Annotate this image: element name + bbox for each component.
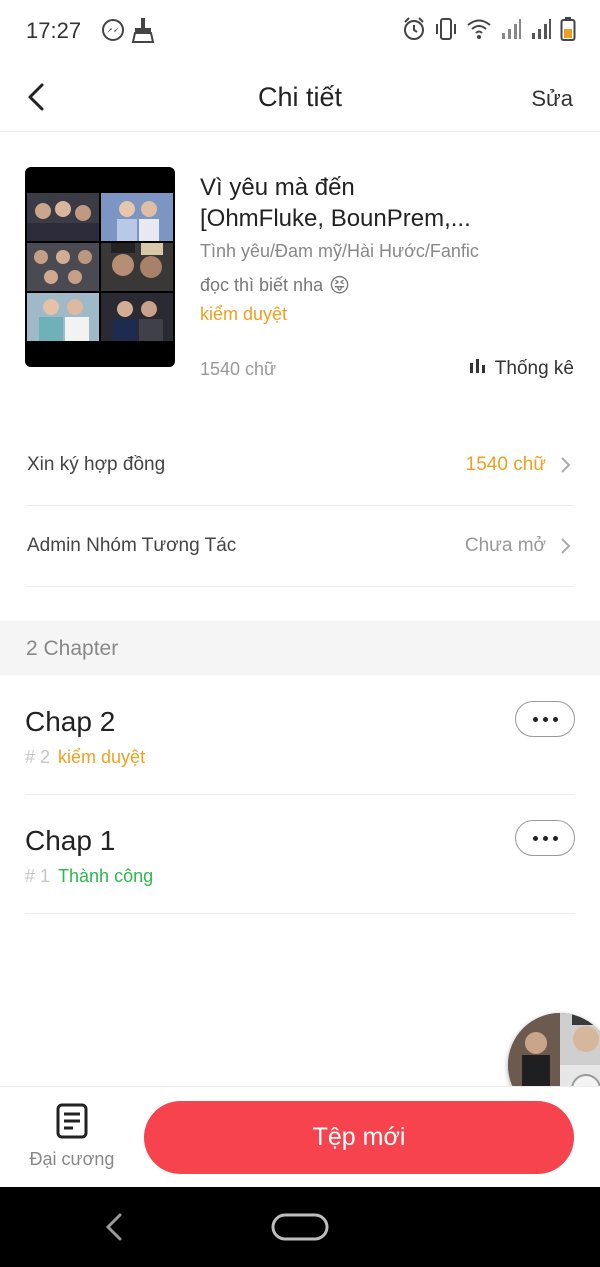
chapter-more-button[interactable]: [515, 820, 575, 856]
status-bar: 17:27: [0, 0, 600, 62]
outline-button[interactable]: Đại cương: [22, 1103, 122, 1170]
book-description-text: đọc thì biết nha: [200, 275, 324, 295]
dot: [552, 835, 558, 841]
nav-back-icon[interactable]: [102, 1211, 126, 1248]
status-time: 17:27: [26, 18, 82, 43]
admin-group-value: Chưa mở: [464, 535, 546, 556]
chapter-item[interactable]: Chap 1 # 1 Thành công: [25, 795, 575, 914]
chapter-more-button[interactable]: [515, 701, 575, 737]
book-title-line-1: Vì yêu mà đến: [200, 174, 355, 201]
book-cover-image[interactable]: [25, 167, 175, 367]
chapters-section-header: 2 Chapter: [0, 621, 600, 675]
cleaner-icon: [130, 16, 156, 49]
alarm-icon: [402, 16, 426, 47]
chapter-number: # 1: [25, 866, 51, 886]
wifi-icon: [466, 17, 492, 46]
messenger-icon: [100, 16, 126, 49]
chapters-count-label: 2 Chapter: [26, 637, 119, 660]
contract-value: 1540 chữ: [465, 454, 546, 475]
document-icon: [55, 1103, 89, 1139]
contract-label: Xin ký hợp đồng: [27, 454, 166, 475]
chapter-name: Chap 2: [25, 706, 116, 737]
app-header: Chi tiết Sửa: [0, 62, 600, 132]
chapter-status: Thành công: [58, 866, 154, 886]
page-title: Chi tiết: [257, 82, 343, 112]
dot: [532, 716, 538, 722]
chapter-number: # 2: [25, 747, 51, 767]
cover-photo-tile: [27, 293, 99, 341]
stats-label: Thống kê: [494, 358, 574, 379]
chevron-right-icon: [560, 455, 572, 475]
contract-row[interactable]: Xin ký hợp đồng 1540 chữ: [26, 426, 574, 506]
chapter-item[interactable]: Chap 2 # 2 kiểm duyệt: [25, 676, 575, 795]
book-status-badge: kiểm duyệt: [200, 304, 288, 324]
battery-icon: [560, 16, 576, 47]
signal-icon: [500, 17, 522, 46]
chapter-meta: # 2 kiểm duyệt: [25, 747, 145, 768]
dot: [542, 716, 548, 722]
chapter-status: kiểm duyệt: [58, 747, 146, 767]
dot: [532, 835, 538, 841]
admin-group-label: Admin Nhóm Tương Tác: [27, 535, 237, 556]
vibrate-icon: [434, 16, 458, 47]
cover-photo-tile: [27, 193, 99, 241]
book-description: đọc thì biết nha 😝: [200, 273, 350, 298]
dot: [552, 716, 558, 722]
admin-group-row[interactable]: Admin Nhóm Tương Tác Chưa mở: [26, 507, 574, 587]
outline-label: Đại cương: [29, 1149, 115, 1169]
bar-chart-icon: [469, 358, 487, 380]
cover-photo-tile: [101, 293, 173, 341]
cover-photo-tile: [101, 243, 173, 291]
bottom-action-bar: Đại cương Tệp mới: [0, 1086, 600, 1187]
signal-icon: [530, 17, 552, 46]
edit-button[interactable]: Sửa: [531, 86, 573, 112]
chapter-meta: # 1 Thành công: [25, 866, 153, 887]
stats-button[interactable]: Thống kê: [469, 358, 574, 380]
chapter-name: Chap 1: [25, 825, 116, 856]
tongue-emoji-icon: 😝: [329, 275, 350, 297]
book-genre: Tình yêu/Đam mỹ/Hài Hước/Fanfic: [200, 241, 479, 261]
chevron-right-icon: [560, 536, 572, 556]
book-word-count: 1540 chữ: [200, 359, 277, 379]
dot: [542, 835, 548, 841]
cover-photo-tile: [27, 243, 99, 291]
nav-home-icon[interactable]: [271, 1213, 329, 1246]
book-title-line-2: [OhmFluke, BounPrem,...: [200, 205, 471, 232]
system-navigation-bar: [0, 1187, 600, 1267]
book-title: Vì yêu mà đến [OhmFluke, BounPrem,...: [200, 172, 580, 234]
new-chapter-button[interactable]: Tệp mới: [144, 1101, 574, 1174]
cover-photo-tile: [101, 193, 173, 241]
